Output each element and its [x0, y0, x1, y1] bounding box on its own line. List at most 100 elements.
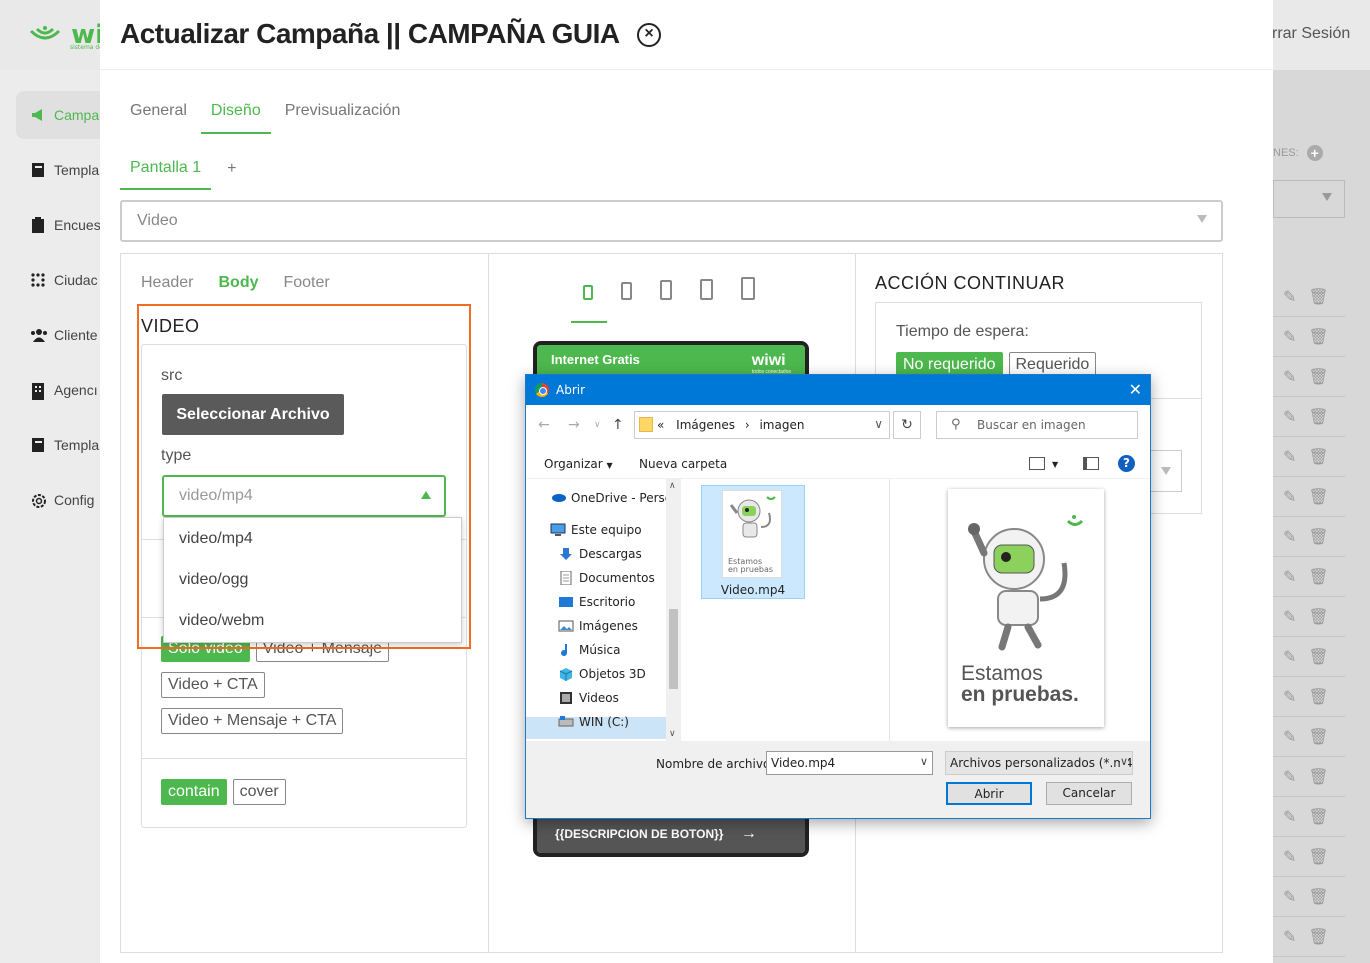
sidebar-item-config[interactable]: Config: [30, 492, 94, 508]
back-arrow-icon[interactable]: ←: [538, 417, 550, 433]
tree-item-win-c[interactable]: WIN (C:): [558, 715, 629, 729]
tree-item-musica[interactable]: Música: [558, 643, 621, 657]
trash-icon[interactable]: 🗑: [1308, 367, 1328, 387]
pencil-icon[interactable]: ✎: [1283, 527, 1296, 547]
background-filter-select[interactable]: [1273, 180, 1345, 218]
chevron-down-icon[interactable]: ∨: [874, 417, 883, 431]
cancel-button[interactable]: Cancelar: [1046, 782, 1132, 805]
pencil-icon[interactable]: ✎: [1283, 647, 1296, 667]
refresh-icon[interactable]: ↻: [893, 411, 921, 439]
device-phone-large-icon[interactable]: [660, 280, 672, 300]
scroll-up-icon[interactable]: ∧: [669, 481, 676, 491]
tree-item-videos[interactable]: Videos: [558, 691, 619, 705]
tab-header[interactable]: Header: [141, 274, 193, 292]
trash-icon[interactable]: 🗑: [1308, 687, 1328, 707]
tree-scrollbar[interactable]: ∧ ∨: [666, 479, 681, 741]
tree-item-imagenes[interactable]: Imágenes: [558, 619, 638, 633]
scroll-down-icon[interactable]: ∨: [669, 729, 676, 739]
preview-pane-icon[interactable]: [1083, 457, 1099, 470]
trash-icon[interactable]: 🗑: [1308, 407, 1328, 427]
pencil-icon[interactable]: ✎: [1283, 567, 1296, 587]
trash-icon[interactable]: 🗑: [1308, 647, 1328, 667]
breadcrumb-imagen[interactable]: imagen: [759, 418, 804, 432]
close-icon[interactable]: ×: [637, 23, 661, 47]
trash-icon[interactable]: 🗑: [1308, 487, 1328, 507]
tab-body[interactable]: Body: [218, 274, 258, 292]
pencil-icon[interactable]: ✎: [1283, 607, 1296, 627]
fit-contain[interactable]: contain: [161, 779, 227, 805]
pencil-icon[interactable]: ✎: [1283, 287, 1296, 307]
chevron-down-icon[interactable]: ∨: [594, 420, 601, 430]
help-icon[interactable]: ?: [1118, 455, 1135, 472]
tree-item-descargas[interactable]: Descargas: [558, 547, 642, 561]
breadcrumb-imagenes[interactable]: Imágenes: [676, 418, 735, 432]
close-icon[interactable]: ✕: [1129, 380, 1142, 399]
up-arrow-icon[interactable]: ↑: [612, 417, 624, 433]
component-type-select[interactable]: Video: [120, 200, 1223, 242]
trash-icon[interactable]: 🗑: [1308, 607, 1328, 627]
layout-video-cta[interactable]: Video + CTA: [161, 672, 265, 698]
trash-icon[interactable]: 🗑: [1308, 727, 1328, 747]
device-phone-small-icon[interactable]: [583, 285, 593, 300]
search-input[interactable]: ⚲ Buscar en imagen: [936, 411, 1138, 439]
sidebar-item-cities[interactable]: Ciudac: [30, 272, 98, 288]
pencil-icon[interactable]: ✎: [1283, 887, 1296, 907]
scroll-thumb[interactable]: [669, 609, 678, 689]
sidebar-item-campaigns[interactable]: Campa: [16, 91, 100, 139]
trash-icon[interactable]: 🗑: [1308, 567, 1328, 587]
tab-pantalla-1[interactable]: Pantalla 1: [120, 148, 212, 190]
trash-icon[interactable]: 🗑: [1308, 447, 1328, 467]
file-type-filter[interactable]: Archivos personalizados (*.m4v ∨: [945, 751, 1133, 775]
file-name-input[interactable]: Video.mp4 ∨: [766, 751, 933, 775]
tab-previsualizacion[interactable]: Previsualización: [275, 90, 411, 134]
pencil-icon[interactable]: ✎: [1283, 447, 1296, 467]
trash-icon[interactable]: 🗑: [1308, 287, 1328, 307]
sidebar-item-templates[interactable]: Templa: [30, 162, 99, 178]
trash-icon[interactable]: 🗑: [1308, 767, 1328, 787]
pencil-icon[interactable]: ✎: [1283, 807, 1296, 827]
caret-down-icon[interactable]: ▼: [1052, 460, 1058, 469]
pencil-icon[interactable]: ✎: [1283, 767, 1296, 787]
add-screen-button[interactable]: +: [227, 160, 236, 178]
trash-icon[interactable]: 🗑: [1308, 807, 1328, 827]
layout-video-mensaje-cta[interactable]: Video + Mensaje + CTA: [161, 708, 344, 734]
tree-item-este-equipo[interactable]: Este equipo: [550, 523, 642, 537]
pencil-icon[interactable]: ✎: [1283, 367, 1296, 387]
sidebar-item-clients[interactable]: Cliente: [30, 327, 98, 343]
trash-icon[interactable]: 🗑: [1308, 327, 1328, 347]
pencil-icon[interactable]: ✎: [1283, 487, 1296, 507]
trash-icon[interactable]: 🗑: [1308, 847, 1328, 867]
forward-arrow-icon[interactable]: →: [568, 417, 580, 433]
mime-option[interactable]: video/mp4: [164, 518, 461, 559]
tab-footer[interactable]: Footer: [283, 274, 329, 292]
logout-link[interactable]: rrar Sesión: [1272, 25, 1350, 43]
pencil-icon[interactable]: ✎: [1283, 727, 1296, 747]
mime-option[interactable]: video/webm: [164, 600, 461, 641]
pencil-icon[interactable]: ✎: [1283, 407, 1296, 427]
tree-item-documentos[interactable]: Documentos: [558, 570, 655, 586]
pencil-icon[interactable]: ✎: [1283, 927, 1296, 947]
pencil-icon[interactable]: ✎: [1283, 847, 1296, 867]
pencil-icon[interactable]: ✎: [1283, 327, 1296, 347]
add-circle-icon[interactable]: +: [1306, 145, 1323, 161]
organize-menu[interactable]: Organizar ▼: [544, 457, 613, 471]
pencil-icon[interactable]: ✎: [1283, 687, 1296, 707]
trash-icon[interactable]: 🗑: [1308, 927, 1328, 947]
view-mode-icon[interactable]: [1029, 457, 1045, 470]
tree-item-objetos-3d[interactable]: Objetos 3D: [558, 667, 646, 681]
trash-icon[interactable]: 🗑: [1308, 527, 1328, 547]
tab-diseno[interactable]: Diseño: [200, 90, 271, 134]
tree-item-escritorio[interactable]: Escritorio: [558, 595, 635, 609]
address-bar[interactable]: « Imágenes › imagen ∨: [634, 411, 890, 439]
open-button[interactable]: Abrir: [946, 782, 1032, 805]
fit-cover[interactable]: cover: [232, 779, 286, 805]
sidebar-item-surveys[interactable]: Encues: [30, 217, 101, 233]
chevron-down-icon[interactable]: ∨: [920, 755, 928, 768]
device-phone-icon[interactable]: [621, 282, 632, 300]
sidebar-item-agencies[interactable]: Agencı: [30, 382, 98, 400]
tab-general[interactable]: General: [120, 90, 197, 134]
sidebar-item-templates-2[interactable]: Templa: [30, 437, 99, 453]
tree-item-onedrive[interactable]: OneDrive - Persor: [550, 491, 677, 505]
file-item-video[interactable]: Estamos en pruebas Video.mp4: [701, 485, 805, 599]
device-tablet-large-icon[interactable]: [741, 277, 755, 300]
